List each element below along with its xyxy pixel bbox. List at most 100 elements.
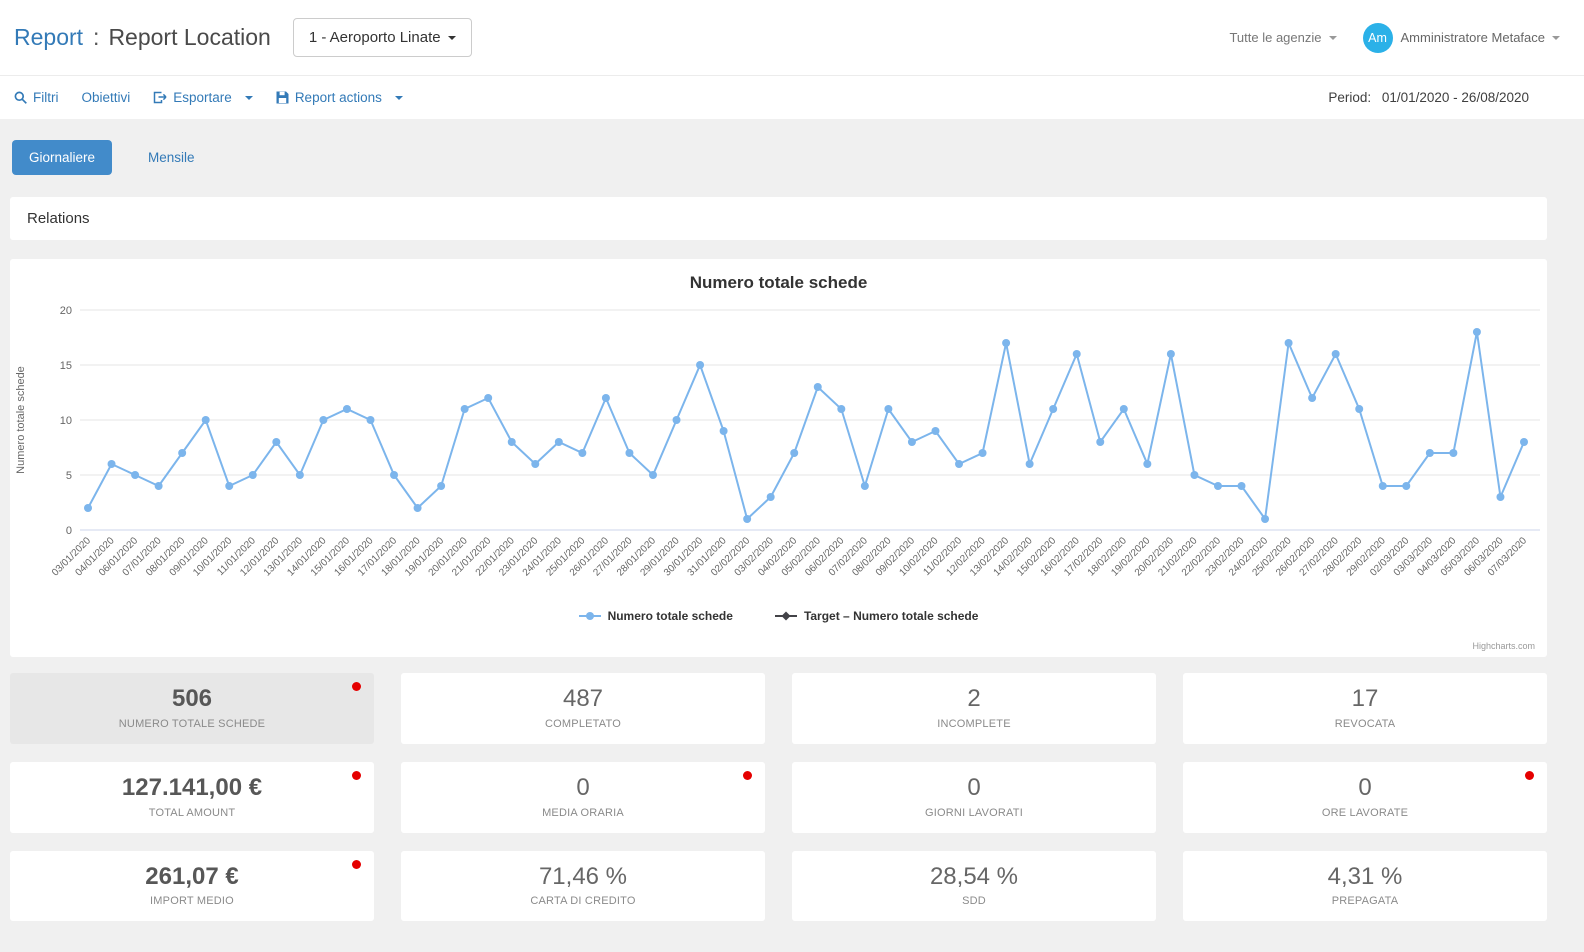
stat-label: REVOCATA <box>1193 718 1537 730</box>
stat-label: MEDIA ORARIA <box>411 807 755 819</box>
stat-card[interactable]: 506NUMERO TOTALE SCHEDE <box>10 673 374 744</box>
svg-text:5: 5 <box>66 470 72 482</box>
line-chart[interactable]: 0 5 10 15 20 Numero totale schede 03/01/202004… <box>10 299 1547 595</box>
stat-value: 506 <box>20 685 364 714</box>
stat-label: GIORNI LAVORATI <box>802 807 1146 819</box>
chevron-down-icon <box>1329 36 1337 40</box>
stat-label: IMPORT MEDIO <box>20 895 364 907</box>
page-title: Report Location <box>108 24 270 51</box>
report-actions-menu[interactable]: Report actions <box>276 90 403 105</box>
title-group: Report : Report Location 1 - Aeroporto L… <box>14 18 472 57</box>
location-selector[interactable]: 1 - Aeroporto Linate <box>293 18 472 57</box>
filters-label: Filtri <box>33 90 59 105</box>
period: Period: 01/01/2020 - 26/08/2020 <box>1328 90 1529 105</box>
stat-label: PREPAGATA <box>1193 895 1537 907</box>
legend-item[interactable]: Numero totale schede <box>579 609 733 623</box>
user-menu[interactable]: Amministratore Metaface <box>1401 30 1561 45</box>
search-icon <box>14 91 27 104</box>
chevron-down-icon <box>245 96 253 100</box>
svg-text:10: 10 <box>60 415 72 427</box>
agency-selector-label: Tutte le agenzie <box>1229 30 1321 45</box>
legend-label: Numero totale schede <box>608 609 733 623</box>
user-name: Amministratore Metaface <box>1401 30 1546 45</box>
stat-value: 0 <box>411 774 755 803</box>
stats-grid: 506NUMERO TOTALE SCHEDE 487 COMPLETATO 2 INC… <box>10 673 1547 921</box>
objectives-label: Obiettivi <box>82 90 131 105</box>
stat-card[interactable]: 28,54 % SDD <box>792 851 1156 922</box>
export-label: Esportare <box>173 90 232 105</box>
chevron-down-icon <box>448 36 456 40</box>
tab-mensile[interactable]: Mensile <box>131 140 212 175</box>
highcharts-credits[interactable]: Highcharts.com <box>1472 641 1535 651</box>
relations-panel: Relations <box>10 197 1547 240</box>
title-separator: : <box>93 24 99 51</box>
series-marker-icon <box>579 610 601 622</box>
export-icon <box>153 91 167 104</box>
stat-value: 261,07 € <box>20 863 364 892</box>
chart-legend: Numero totale schede Target – Numero tota… <box>10 609 1547 623</box>
stat-label: COMPLETATO <box>411 718 755 730</box>
stat-value: 487 <box>411 685 755 714</box>
svg-text:0: 0 <box>66 525 72 537</box>
toolbar: Filtri Obiettivi Esportare Report action… <box>0 76 1584 119</box>
svg-text:15: 15 <box>60 360 72 372</box>
report-brand-link[interactable]: Report <box>14 24 83 51</box>
status-dot <box>352 860 361 869</box>
stat-card[interactable]: 127.141,00 € TOTAL AMOUNT <box>10 762 374 833</box>
x-axis-labels: 03/01/202004/01/202006/01/202007/01/2020… <box>50 535 1529 578</box>
main-content: Giornaliere Mensile Relations Numero tota… <box>0 119 1584 921</box>
stat-card[interactable]: 17 REVOCATA <box>1183 673 1547 744</box>
y-axis-title: Numero totale schede <box>15 366 27 474</box>
svg-text:20: 20 <box>60 305 72 317</box>
chart-panel: Numero totale schede 0 5 10 15 20 Numero tota… <box>10 259 1547 657</box>
report-actions-label: Report actions <box>295 90 382 105</box>
status-dot <box>352 682 361 691</box>
stat-label: CARTA DI CREDITO <box>411 895 755 907</box>
stat-value: 28,54 % <box>802 863 1146 892</box>
tab-giornaliere[interactable]: Giornaliere <box>12 140 112 175</box>
stat-card[interactable]: 0ORE LAVORATE <box>1183 762 1547 833</box>
stat-card[interactable]: 4,31 % PREPAGATA <box>1183 851 1547 922</box>
y-grid: 0 5 10 15 20 <box>60 305 1540 537</box>
chevron-down-icon <box>395 96 403 100</box>
avatar[interactable]: Am <box>1363 23 1393 53</box>
user-group: Tutte le agenzie Am Amministratore Metaf… <box>1229 23 1560 53</box>
objectives-button[interactable]: Obiettivi <box>82 90 131 105</box>
stat-card[interactable]: 487 COMPLETATO <box>401 673 765 744</box>
filters-button[interactable]: Filtri <box>14 90 59 105</box>
save-icon <box>276 91 289 104</box>
export-menu[interactable]: Esportare <box>153 90 253 105</box>
status-dot <box>1525 771 1534 780</box>
chevron-down-icon <box>1552 36 1560 40</box>
stat-value: 71,46 % <box>411 863 755 892</box>
stat-value: 127.141,00 € <box>20 774 364 803</box>
stat-card[interactable]: 0 GIORNI LAVORATI <box>792 762 1156 833</box>
stat-card[interactable]: 2 INCOMPLETE <box>792 673 1156 744</box>
agency-selector[interactable]: Tutte le agenzie <box>1229 30 1336 45</box>
status-dot <box>352 771 361 780</box>
stat-card[interactable]: 261,07 € IMPORT MEDIO <box>10 851 374 922</box>
chart-title: Numero totale schede <box>10 273 1547 293</box>
tab-bar: Giornaliere Mensile <box>12 140 1547 175</box>
stat-label: ORE LAVORATE <box>1193 807 1537 819</box>
location-selector-label: 1 - Aeroporto Linate <box>309 29 441 46</box>
target-series-marker-icon <box>775 610 797 622</box>
stat-label: INCOMPLETE <box>802 718 1146 730</box>
stat-label: TOTAL AMOUNT <box>20 807 364 819</box>
period-label: Period: <box>1328 90 1371 105</box>
status-dot <box>743 771 752 780</box>
section-title: Relations <box>27 210 90 227</box>
stat-value: 2 <box>802 685 1146 714</box>
legend-item[interactable]: Target – Numero totale schede <box>775 609 979 623</box>
period-value: 01/01/2020 - 26/08/2020 <box>1382 90 1529 105</box>
stat-card[interactable]: 71,46 % CARTA DI CREDITO <box>401 851 765 922</box>
legend-label: Target – Numero totale schede <box>804 609 979 623</box>
stat-card[interactable]: 0 MEDIA ORARIA <box>401 762 765 833</box>
stat-value: 17 <box>1193 685 1537 714</box>
stat-value: 4,31 % <box>1193 863 1537 892</box>
stat-label: SDD <box>802 895 1146 907</box>
toolbar-left: Filtri Obiettivi Esportare Report action… <box>14 90 403 105</box>
stat-value: 0 <box>802 774 1146 803</box>
header: Report : Report Location 1 - Aeroporto L… <box>0 0 1584 76</box>
series-line[interactable] <box>84 328 1528 523</box>
